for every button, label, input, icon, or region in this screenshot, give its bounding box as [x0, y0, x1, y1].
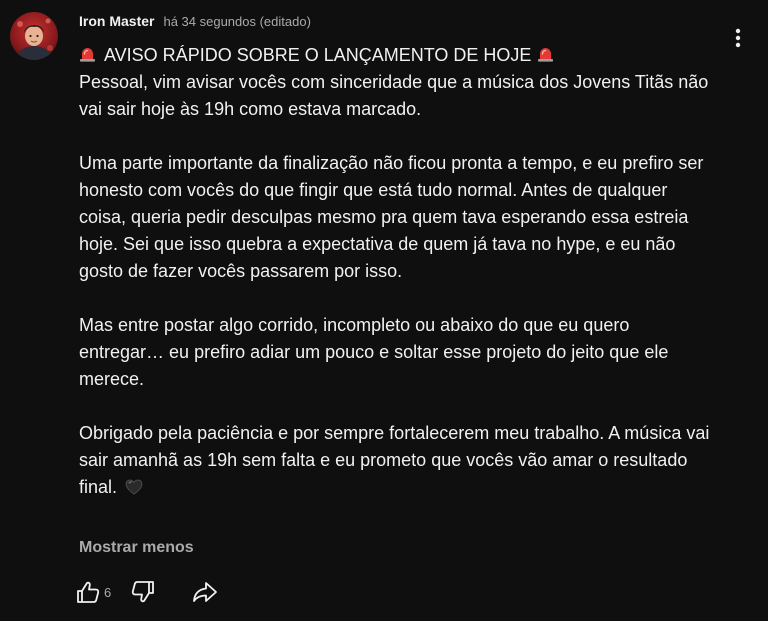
thumbs-down-icon: [132, 581, 155, 603]
show-less-button[interactable]: Mostrar menos: [79, 539, 194, 557]
share-button[interactable]: [187, 574, 223, 610]
avatar[interactable]: [10, 12, 58, 60]
more-vertical-icon: [735, 28, 741, 48]
dislike-button[interactable]: [125, 574, 161, 610]
comment-paragraph-text: Uma parte importante da finalização não …: [79, 153, 704, 281]
comment-paragraph-text: Mas entre postar algo corrido, incomplet…: [79, 315, 669, 389]
share-icon: [193, 582, 218, 602]
like-button[interactable]: [70, 574, 106, 610]
author-name[interactable]: Iron Master: [79, 13, 154, 29]
comment-paragraph-4: Obrigado pela paciência e por sempre for…: [79, 420, 719, 501]
comment-menu-button[interactable]: [724, 24, 752, 52]
siren-emoji-icon: [80, 48, 95, 62]
comment-paragraph-text: Obrigado pela paciência e por sempre for…: [79, 423, 710, 497]
comment-timestamp[interactable]: há 34 segundos (editado): [163, 14, 310, 29]
comment-thread: Iron Master há 34 segundos (editado) AVI…: [0, 0, 768, 621]
black-heart-emoji-icon: [125, 479, 143, 495]
user-avatar-icon: [17, 18, 53, 60]
thumbs-up-icon: [77, 581, 100, 603]
comment-paragraph-3: Mas entre postar algo corrido, incomplet…: [79, 312, 719, 393]
comment-heading-text: AVISO RÁPIDO SOBRE O LANÇAMENTO DE HOJE: [104, 45, 532, 65]
comment-action-bar: 6: [70, 574, 223, 610]
comment-header: Iron Master há 34 segundos (editado): [79, 13, 311, 33]
siren-emoji-icon: [538, 48, 554, 62]
comment-paragraph-2: Uma parte importante da finalização não …: [79, 150, 719, 285]
like-count: 6: [104, 584, 112, 600]
comment-heading: AVISO RÁPIDO SOBRE O LANÇAMENTO DE HOJE: [79, 45, 554, 65]
comment-paragraph-text: Pessoal, vim avisar vocês com sinceridad…: [79, 72, 709, 119]
comment-text: AVISO RÁPIDO SOBRE O LANÇAMENTO DE HOJE …: [79, 42, 719, 501]
comment-paragraph-1: AVISO RÁPIDO SOBRE O LANÇAMENTO DE HOJE …: [79, 42, 719, 123]
